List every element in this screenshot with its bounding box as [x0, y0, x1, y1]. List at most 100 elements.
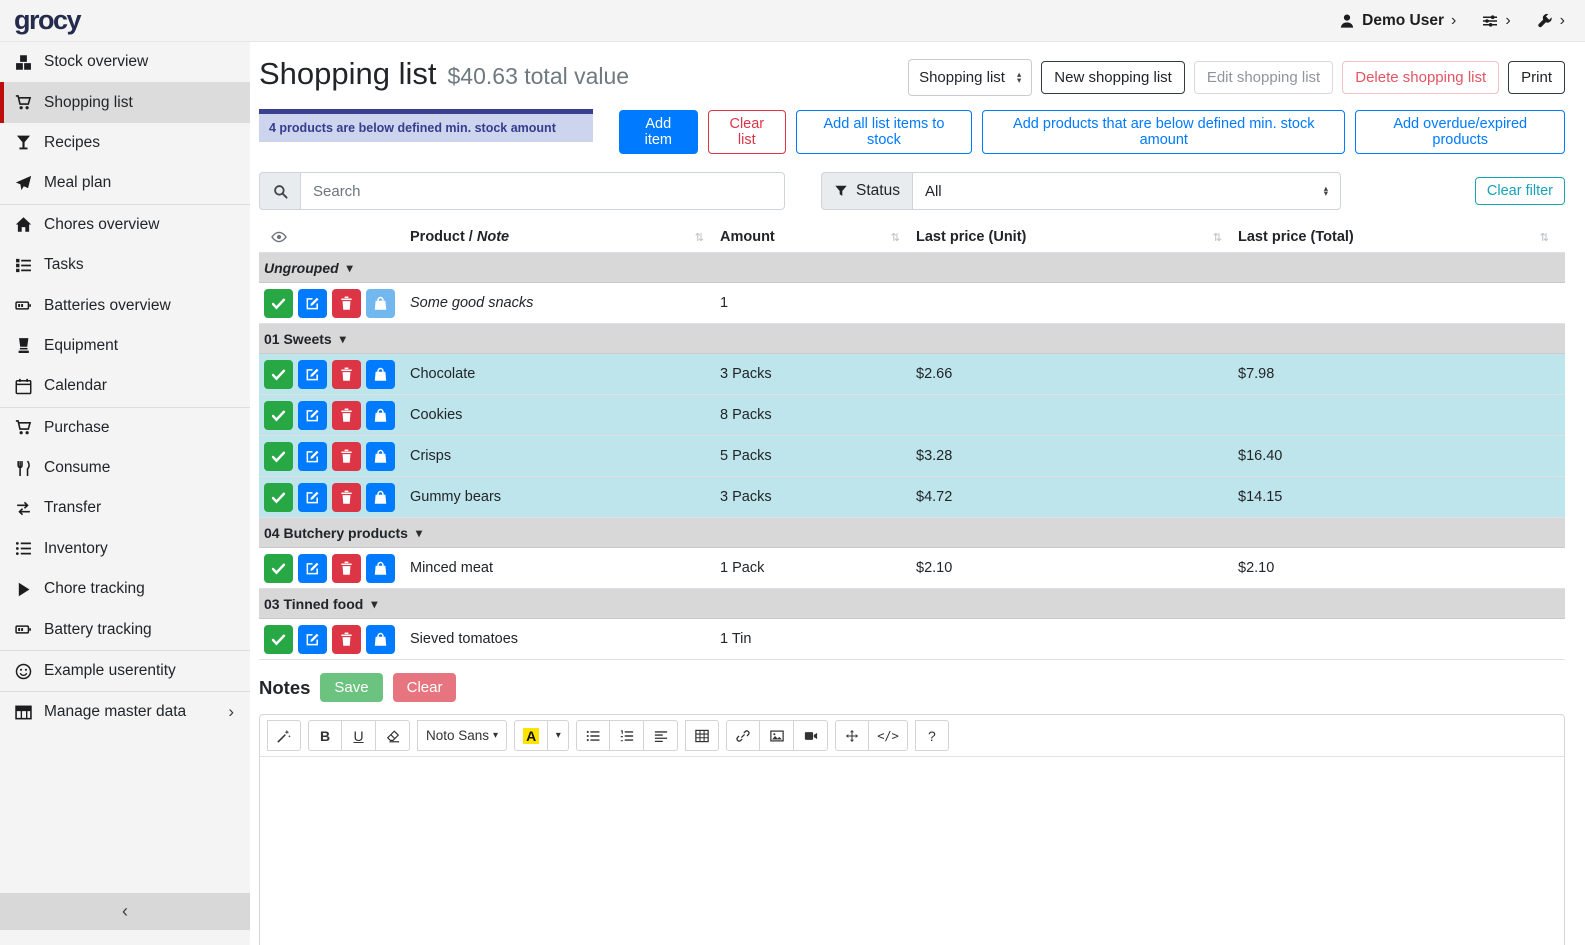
edit-shopping-list-button[interactable]: Edit shopping list: [1194, 61, 1333, 94]
magic-style-button[interactable]: [267, 720, 301, 751]
font-color-dropdown-button[interactable]: ▾: [548, 720, 569, 751]
insert-video-button[interactable]: [794, 720, 828, 751]
mark-done-button[interactable]: [264, 442, 293, 471]
mark-done-button[interactable]: [264, 483, 293, 512]
shopping-list-select[interactable]: Shopping list ▴▾: [908, 59, 1032, 96]
sidebar-item-manage-master-data[interactable]: Manage master data ›: [0, 692, 250, 732]
mark-done-button[interactable]: [264, 625, 293, 654]
amount-column-header[interactable]: Amount ⇅: [720, 229, 916, 245]
row-actions: [259, 625, 410, 654]
sidebar-item-batteries-overview[interactable]: Batteries overview: [0, 285, 250, 325]
mark-done-button[interactable]: [264, 289, 293, 318]
last-price-unit-column-header[interactable]: Last price (Unit) ⇅: [916, 229, 1238, 245]
sidebar-item-transfer[interactable]: Transfer: [0, 488, 250, 528]
sidebar-item-tasks[interactable]: Tasks: [0, 245, 250, 285]
delete-item-button[interactable]: [332, 483, 361, 512]
add-overdue-button[interactable]: Add overdue/expired products: [1355, 110, 1565, 154]
table-row: Gummy bears 3 Packs $4.72 $14.15: [259, 477, 1565, 518]
notes-editor-area[interactable]: [260, 757, 1564, 945]
mark-done-button[interactable]: [264, 401, 293, 430]
status-filter-select[interactable]: All ▴▾: [912, 172, 1341, 210]
sidebar-item-consume[interactable]: Consume: [0, 448, 250, 488]
product-name: Gummy bears: [410, 489, 720, 505]
edit-item-button[interactable]: [298, 625, 327, 654]
settings-menu[interactable]: ›: [1482, 13, 1510, 29]
sort-icon: ⇅: [891, 231, 900, 244]
user-menu[interactable]: Demo User ›: [1339, 12, 1456, 30]
app-logo[interactable]: grocy: [14, 5, 80, 36]
min-stock-alert[interactable]: 4 products are below defined min. stock …: [259, 109, 593, 142]
admin-menu[interactable]: ›: [1537, 13, 1565, 29]
edit-item-button[interactable]: [298, 360, 327, 389]
paragraph-button[interactable]: [644, 720, 678, 751]
sidebar-item-chore-tracking[interactable]: Chore tracking: [0, 569, 250, 609]
group-header-butchery[interactable]: 04 Butchery products ▾: [259, 518, 1565, 548]
add-to-stock-button[interactable]: [366, 360, 395, 389]
codeview-button[interactable]: </>: [869, 720, 908, 751]
add-below-min-stock-button[interactable]: Add products that are below defined min.…: [982, 110, 1345, 154]
sidebar-item-equipment[interactable]: Equipment: [0, 326, 250, 366]
product-column-header[interactable]: Product / Note ⇅: [410, 229, 720, 245]
add-to-stock-button[interactable]: [366, 483, 395, 512]
sidebar-item-chores-overview[interactable]: Chores overview: [0, 205, 250, 245]
sidebar-item-calendar[interactable]: Calendar: [0, 366, 250, 406]
add-to-stock-button[interactable]: [366, 625, 395, 654]
underline-button[interactable]: U: [342, 720, 376, 751]
print-button[interactable]: Print: [1508, 61, 1565, 94]
chevron-right-icon: ›: [1451, 13, 1456, 29]
clear-filter-button[interactable]: Clear filter: [1475, 177, 1565, 205]
clear-format-button[interactable]: [376, 720, 410, 751]
group-header-tinned-food[interactable]: 03 Tinned food ▾: [259, 589, 1565, 619]
add-to-stock-button[interactable]: [366, 401, 395, 430]
notes-save-button[interactable]: Save: [320, 673, 382, 702]
sidebar-item-label: Meal plan: [44, 174, 111, 192]
mark-done-button[interactable]: [264, 554, 293, 583]
add-item-button[interactable]: Add item: [619, 110, 698, 154]
edit-item-button[interactable]: [298, 483, 327, 512]
ordered-list-button[interactable]: [610, 720, 644, 751]
edit-item-button[interactable]: [298, 442, 327, 471]
delete-item-button[interactable]: [332, 289, 361, 318]
font-family-button[interactable]: Noto Sans ▾: [417, 720, 507, 751]
add-to-stock-button[interactable]: [366, 442, 395, 471]
add-to-stock-button[interactable]: [366, 554, 395, 583]
insert-picture-button[interactable]: [760, 720, 794, 751]
sidebar-item-stock-overview[interactable]: Stock overview: [0, 42, 250, 82]
group-header-sweets[interactable]: 01 Sweets ▾: [259, 324, 1565, 354]
delete-item-button[interactable]: [332, 625, 361, 654]
delete-item-button[interactable]: [332, 401, 361, 430]
sidebar-item-battery-tracking[interactable]: Battery tracking: [0, 609, 250, 649]
search-input[interactable]: [300, 172, 785, 210]
delete-shopping-list-button[interactable]: Delete shopping list: [1342, 61, 1499, 94]
unordered-list-button[interactable]: [576, 720, 610, 751]
insert-table-button[interactable]: [685, 720, 719, 751]
sidebar-item-recipes[interactable]: Recipes: [0, 123, 250, 163]
edit-item-button[interactable]: [298, 289, 327, 318]
insert-link-button[interactable]: [726, 720, 760, 751]
sidebar-collapse-button[interactable]: ‹: [0, 893, 250, 930]
add-all-to-stock-button[interactable]: Add all list items to stock: [796, 110, 972, 154]
delete-item-button[interactable]: [332, 442, 361, 471]
bold-button[interactable]: B: [308, 720, 342, 751]
sidebar-item-example-userentity[interactable]: Example userentity: [0, 651, 250, 691]
last-price-total-column-header[interactable]: Last price (Total) ⇅: [1238, 229, 1565, 245]
delete-item-button[interactable]: [332, 554, 361, 583]
add-to-stock-button[interactable]: [366, 289, 395, 318]
fullscreen-button[interactable]: [835, 720, 869, 751]
mark-done-button[interactable]: [264, 360, 293, 389]
delete-item-button[interactable]: [332, 360, 361, 389]
group-header-ungrouped[interactable]: Ungrouped ▾: [259, 253, 1565, 283]
sidebar-item-shopping-list[interactable]: Shopping list: [0, 82, 250, 122]
sidebar-item-meal-plan[interactable]: Meal plan: [0, 163, 250, 203]
sidebar-item-inventory[interactable]: Inventory: [0, 529, 250, 569]
visibility-column-header[interactable]: [259, 229, 410, 245]
font-color-button[interactable]: A: [514, 720, 548, 751]
edit-item-button[interactable]: [298, 401, 327, 430]
new-shopping-list-button[interactable]: New shopping list: [1041, 61, 1185, 94]
notes-clear-button[interactable]: Clear: [393, 673, 457, 702]
blender-icon: [13, 337, 34, 354]
clear-list-button[interactable]: Clear list: [708, 110, 786, 154]
edit-item-button[interactable]: [298, 554, 327, 583]
help-button[interactable]: ?: [915, 720, 949, 751]
sidebar-item-purchase[interactable]: Purchase: [0, 408, 250, 448]
